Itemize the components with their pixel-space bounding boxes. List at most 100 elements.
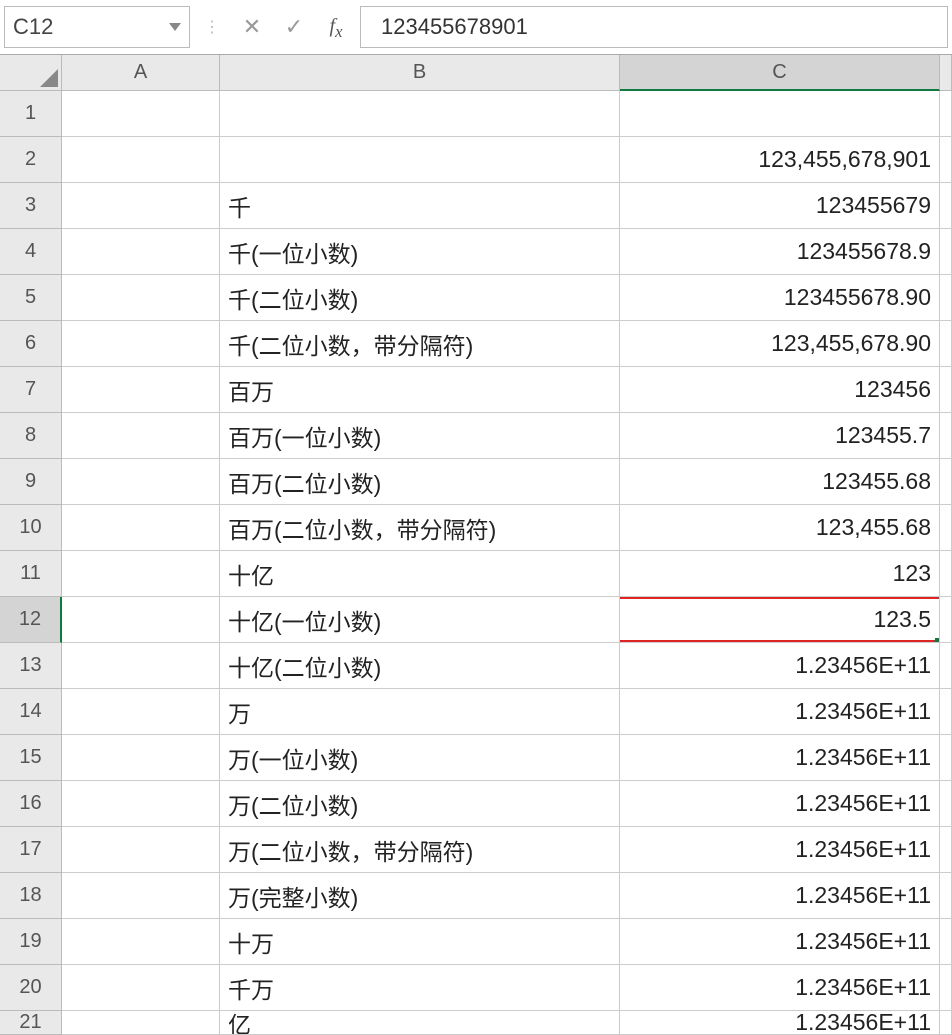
cell[interactable] (62, 275, 220, 321)
row-header[interactable]: 15 (0, 735, 62, 781)
cell[interactable]: 万 (220, 689, 620, 735)
cell[interactable] (940, 367, 952, 413)
cell[interactable]: 百万(二位小数) (220, 459, 620, 505)
cell[interactable]: 万(一位小数) (220, 735, 620, 781)
cell[interactable] (220, 137, 620, 183)
row-header[interactable]: 9 (0, 459, 62, 505)
col-header-next[interactable] (940, 55, 952, 91)
cell[interactable] (940, 551, 952, 597)
row-header[interactable]: 11 (0, 551, 62, 597)
select-all-corner[interactable] (0, 55, 62, 91)
cell[interactable]: 百万 (220, 367, 620, 413)
cell[interactable] (940, 689, 952, 735)
cell[interactable] (620, 91, 940, 137)
cell[interactable] (62, 183, 220, 229)
cell[interactable]: 千万 (220, 965, 620, 1011)
cell[interactable] (940, 137, 952, 183)
row-header[interactable]: 16 (0, 781, 62, 827)
cell[interactable]: 123455679 (620, 183, 940, 229)
enter-icon[interactable]: ✓ (276, 14, 312, 40)
row-header[interactable]: 8 (0, 413, 62, 459)
cell[interactable] (62, 919, 220, 965)
formula-input[interactable]: 123455678901 (360, 6, 948, 48)
row-header[interactable]: 7 (0, 367, 62, 413)
cell[interactable] (940, 735, 952, 781)
cell[interactable] (62, 827, 220, 873)
cell[interactable] (62, 229, 220, 275)
cell[interactable]: 十亿 (220, 551, 620, 597)
cell[interactable] (940, 781, 952, 827)
cell[interactable] (940, 643, 952, 689)
cell[interactable] (62, 137, 220, 183)
cell[interactable]: 123455678.90 (620, 275, 940, 321)
row-header[interactable]: 1 (0, 91, 62, 137)
cell[interactable] (940, 597, 952, 643)
row-header[interactable]: 17 (0, 827, 62, 873)
cell[interactable]: 1.23456E+11 (620, 643, 940, 689)
row-header[interactable]: 13 (0, 643, 62, 689)
name-box[interactable]: C12 (4, 6, 190, 48)
cell[interactable] (62, 321, 220, 367)
cell[interactable] (940, 91, 952, 137)
name-box-dropdown-icon[interactable] (169, 23, 181, 31)
row-header[interactable]: 4 (0, 229, 62, 275)
cell[interactable]: 123455.68 (620, 459, 940, 505)
cell[interactable] (940, 183, 952, 229)
cell[interactable]: 十亿(一位小数) (220, 597, 620, 643)
cell[interactable] (62, 689, 220, 735)
cell[interactable]: 1.23456E+11 (620, 827, 940, 873)
cell[interactable] (62, 505, 220, 551)
cell[interactable] (62, 781, 220, 827)
row-header[interactable]: 6 (0, 321, 62, 367)
cell[interactable] (62, 459, 220, 505)
cell[interactable]: 123456 (620, 367, 940, 413)
cell[interactable]: 123455678.9 (620, 229, 940, 275)
row-header[interactable]: 3 (0, 183, 62, 229)
cell[interactable]: 十亿(二位小数) (220, 643, 620, 689)
row-header[interactable]: 5 (0, 275, 62, 321)
cell[interactable]: 123,455,678,901 (620, 137, 940, 183)
cell[interactable]: 123.5 (620, 597, 940, 643)
cell[interactable] (940, 873, 952, 919)
row-header[interactable]: 2 (0, 137, 62, 183)
row-header[interactable]: 12 (0, 597, 62, 643)
cell[interactable]: 千 (220, 183, 620, 229)
row-header[interactable]: 19 (0, 919, 62, 965)
row-header[interactable]: 18 (0, 873, 62, 919)
cell[interactable]: 万(完整小数) (220, 873, 620, 919)
cell[interactable]: 123 (620, 551, 940, 597)
cell[interactable]: 千(二位小数) (220, 275, 620, 321)
cell[interactable]: 123,455.68 (620, 505, 940, 551)
cell[interactable] (940, 413, 952, 459)
cancel-icon[interactable]: ✕ (234, 14, 270, 40)
cell[interactable]: 123455.7 (620, 413, 940, 459)
col-header-a[interactable]: A (62, 55, 220, 91)
cell[interactable]: 百万(二位小数，带分隔符) (220, 505, 620, 551)
cell[interactable] (62, 551, 220, 597)
cell[interactable] (940, 827, 952, 873)
row-header[interactable]: 14 (0, 689, 62, 735)
cell[interactable]: 亿 (220, 1011, 620, 1035)
cell[interactable] (940, 229, 952, 275)
cell[interactable] (62, 735, 220, 781)
col-header-c[interactable]: C (620, 55, 940, 91)
cell[interactable]: 1.23456E+11 (620, 1011, 940, 1035)
cell[interactable]: 1.23456E+11 (620, 781, 940, 827)
cell[interactable]: 万(二位小数) (220, 781, 620, 827)
row-header[interactable]: 21 (0, 1011, 62, 1035)
cell[interactable] (940, 965, 952, 1011)
row-header[interactable]: 10 (0, 505, 62, 551)
cell[interactable]: 1.23456E+11 (620, 689, 940, 735)
cell[interactable]: 1.23456E+11 (620, 919, 940, 965)
cell[interactable] (62, 873, 220, 919)
cell[interactable] (220, 91, 620, 137)
cell[interactable]: 百万(一位小数) (220, 413, 620, 459)
cell[interactable] (940, 275, 952, 321)
cell[interactable] (940, 505, 952, 551)
cell[interactable] (62, 413, 220, 459)
cell[interactable]: 123,455,678.90 (620, 321, 940, 367)
col-header-b[interactable]: B (220, 55, 620, 91)
cell[interactable]: 万(二位小数，带分隔符) (220, 827, 620, 873)
cell[interactable] (62, 965, 220, 1011)
cell[interactable] (62, 643, 220, 689)
